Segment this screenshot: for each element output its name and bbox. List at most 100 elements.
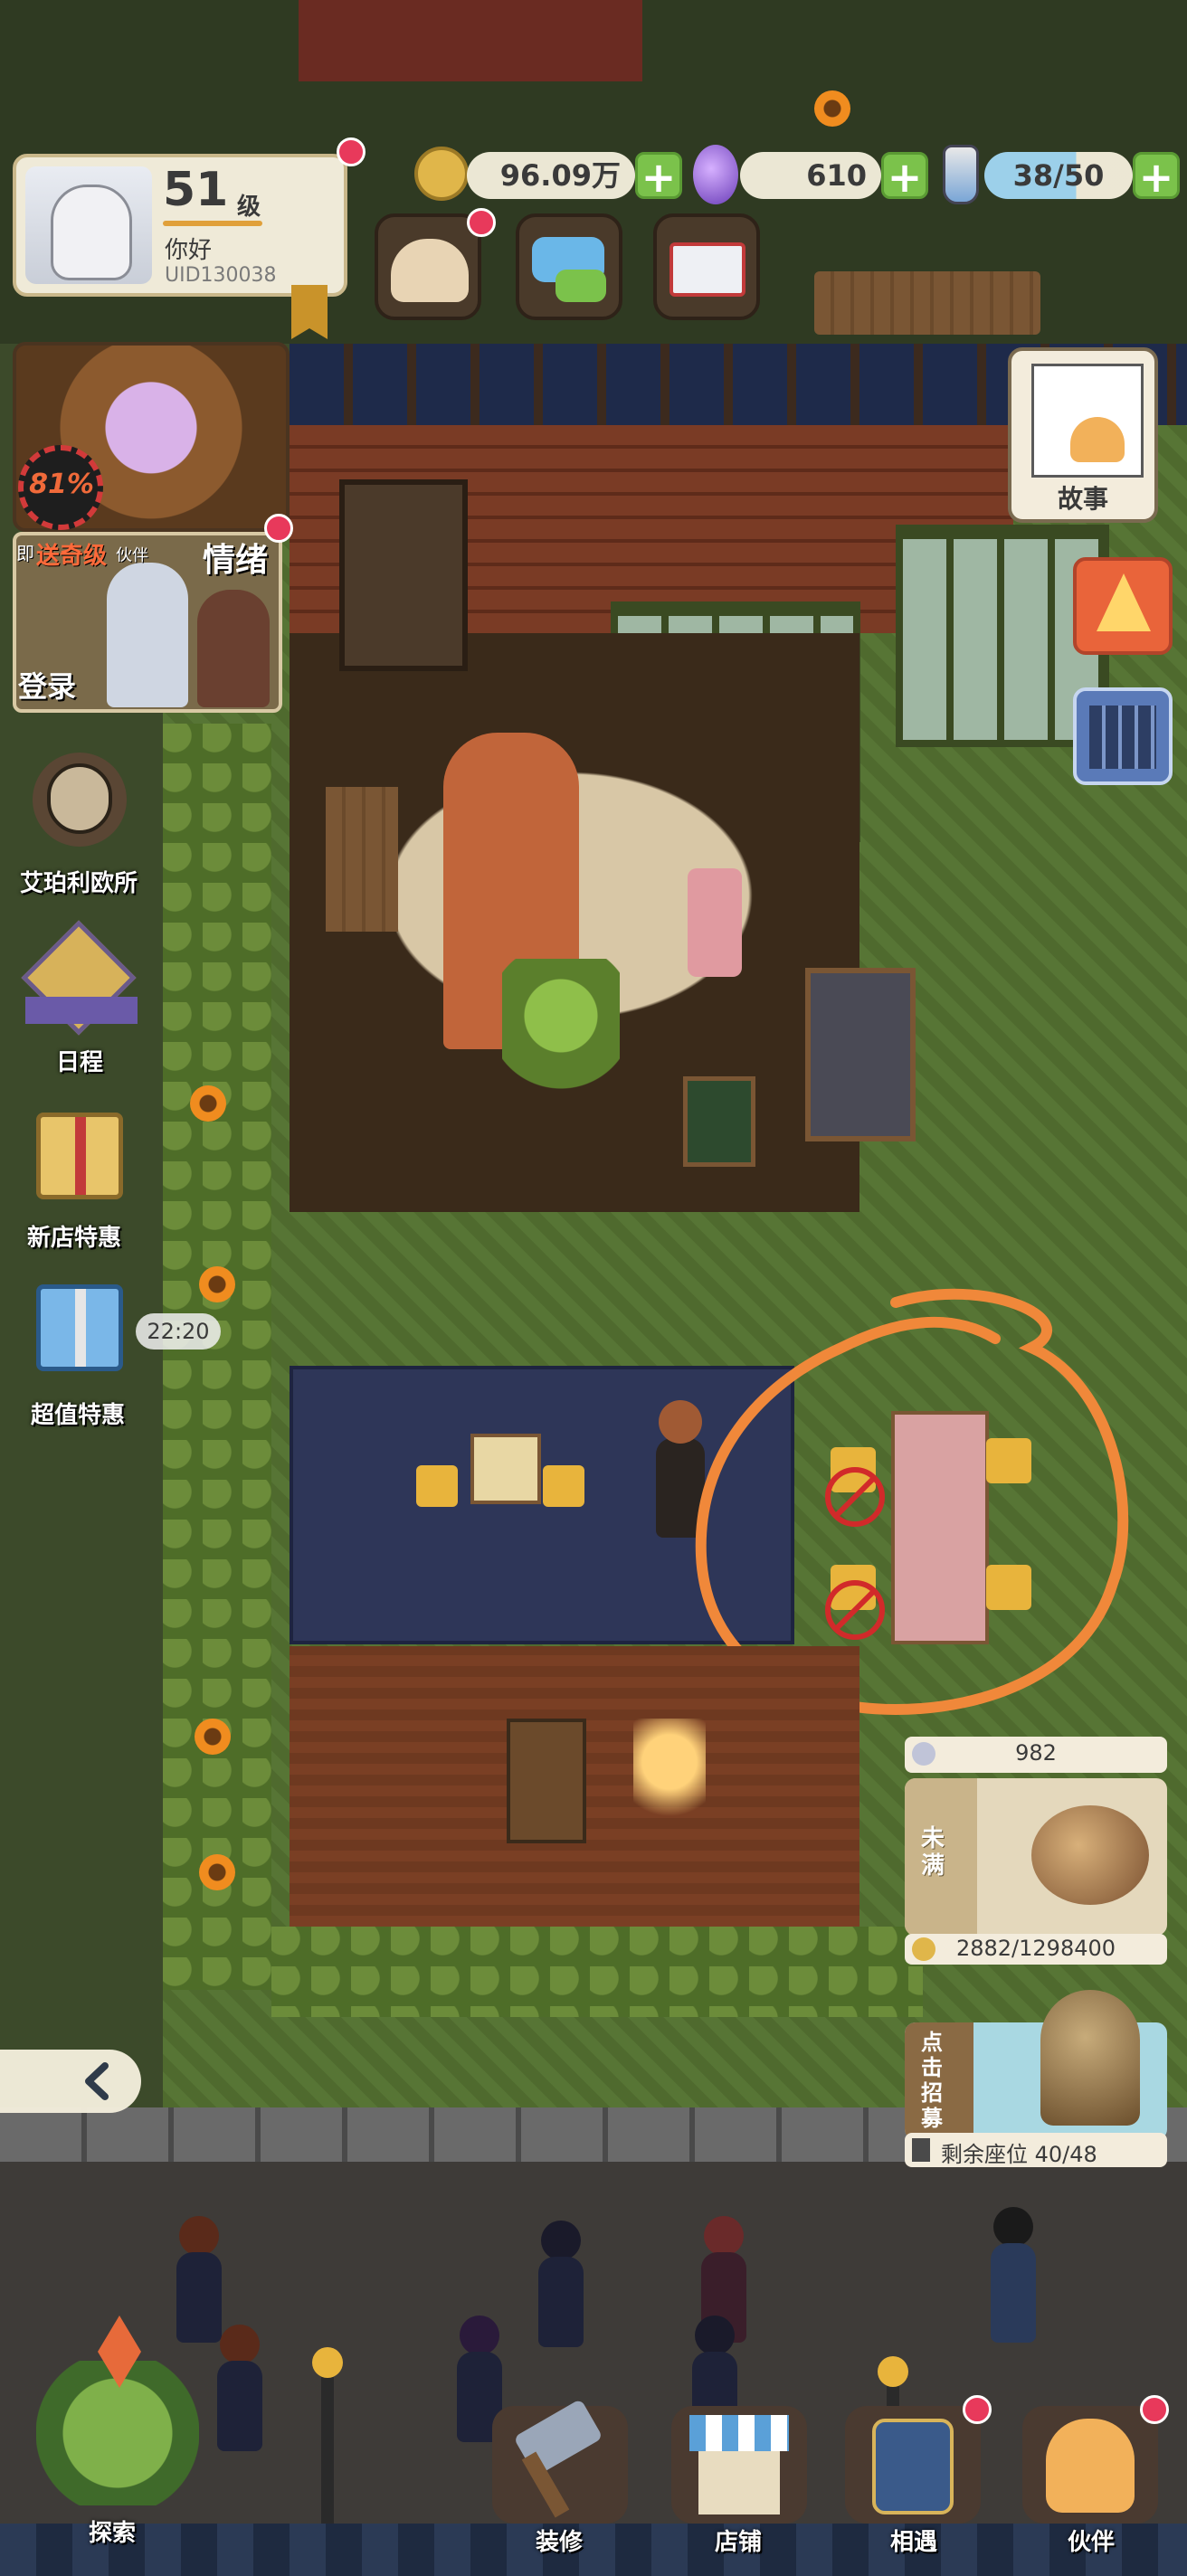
gift-box-icon	[75, 1117, 86, 1195]
calendar-button[interactable]	[1073, 687, 1173, 785]
coin-icon	[414, 147, 469, 201]
banner-notification-dot	[264, 514, 293, 543]
menu-item-value-deal[interactable]	[36, 1284, 123, 1371]
sunflower	[199, 1266, 235, 1302]
add-energy-button[interactable]: +	[1133, 152, 1180, 200]
street-lamp-light	[878, 2356, 908, 2387]
menu-label-schedule: 日程	[56, 1049, 104, 1076]
menu-label-value-deal: 超值特惠	[31, 1402, 126, 1429]
seat-icon	[912, 2138, 930, 2162]
story-label: 故事	[1057, 484, 1108, 514]
pedestrian	[538, 2257, 584, 2347]
seats-bar: 剩余座位 40/48	[905, 2133, 1167, 2167]
story-button[interactable]: 故事	[1008, 347, 1158, 523]
partner-promo-banner[interactable]: 即 送奇级 伙伴 情绪 登录	[13, 532, 282, 713]
bench	[814, 271, 1040, 335]
promo-character	[107, 563, 188, 707]
nav-label-decorate: 装修	[536, 2529, 584, 2556]
nav-encounter[interactable]	[845, 2406, 981, 2524]
promo-character	[197, 590, 270, 707]
chat-bubble-icon-secondary	[556, 270, 606, 302]
street-railing	[0, 2524, 1187, 2576]
pedestrian-head	[179, 2216, 219, 2256]
gem-counter: 982	[1015, 1740, 1057, 1766]
shop-sign-wall	[299, 0, 642, 81]
avatar-figure	[51, 185, 132, 280]
gem-egg-icon	[693, 145, 738, 204]
menu-item-new-store-deal[interactable]	[36, 1113, 123, 1199]
promo-title: 送奇级	[36, 543, 108, 570]
street-lamp	[321, 2361, 334, 2524]
service-bell-icon	[1040, 1990, 1140, 2126]
tip-jar-panel[interactable]: 未满	[905, 1778, 1167, 1936]
chair[interactable]	[543, 1465, 584, 1507]
promo-login-label: 登录	[18, 669, 77, 704]
gem-amount: 610	[740, 152, 881, 199]
partner-notification-dot	[1140, 2395, 1169, 2424]
coin-amount: 96.09万	[467, 152, 635, 199]
hedge	[271, 1927, 923, 2017]
storybook-cat	[1070, 417, 1125, 462]
energy-amount: 38/50	[984, 152, 1133, 199]
player-name: 你好	[165, 237, 213, 264]
seats-remaining: 剩余座位 40/48	[941, 2142, 1097, 2167]
phone-icon	[872, 2419, 954, 2514]
sunflower	[195, 1719, 231, 1755]
blue-gift-icon	[75, 1289, 86, 1367]
sunflower	[199, 1854, 235, 1890]
potted-cactus	[502, 959, 620, 1149]
pedestrian-head	[460, 2316, 499, 2355]
owl-icon	[47, 763, 112, 834]
nav-decorate[interactable]	[492, 2398, 628, 2524]
envelope-icon	[669, 242, 745, 297]
encounter-notification-dot	[963, 2395, 992, 2424]
pedestrian	[991, 2243, 1036, 2343]
menu-item-owl[interactable]	[33, 753, 127, 847]
nav-label-explore: 探索	[89, 2520, 137, 2547]
chevron-left-icon	[85, 2062, 109, 2100]
add-gems-button[interactable]: +	[881, 152, 928, 200]
warning-icon	[1097, 573, 1151, 631]
nav-label-encounter: 相遇	[890, 2529, 938, 2556]
player-uid: UID130038	[165, 264, 277, 287]
shop-awning-icon	[689, 2415, 789, 2451]
profile-notification-dot	[337, 137, 366, 166]
level-suffix: 级	[237, 194, 261, 221]
pedestrian-head	[695, 2316, 735, 2355]
add-coins-button[interactable]: +	[635, 152, 682, 200]
piggy-bank-icon	[1031, 1805, 1149, 1905]
dresser	[507, 1719, 586, 1843]
collapse-menu-button[interactable]	[0, 2050, 141, 2113]
alert-button[interactable]	[1073, 557, 1173, 655]
progress-percent: 81%	[29, 469, 94, 500]
cafe-table[interactable]	[470, 1434, 541, 1504]
cats-button[interactable]	[375, 213, 481, 320]
floor-lamp	[633, 1719, 706, 1863]
schedule-ribbon	[25, 997, 138, 1024]
recruit-panel[interactable]: 点击招募	[905, 1990, 1167, 2140]
pedestrian-head	[993, 2207, 1033, 2247]
storybook-icon	[1031, 364, 1144, 478]
sunflower	[814, 90, 850, 127]
gem-counter-bar: 982	[905, 1737, 1167, 1773]
sunflower	[190, 1085, 226, 1122]
chair[interactable]	[416, 1465, 458, 1507]
hedge-left	[163, 724, 271, 1990]
chat-button[interactable]	[516, 213, 622, 320]
event-banner-tree[interactable]: 81%	[13, 342, 290, 532]
mail-button[interactable]	[653, 213, 760, 320]
coin-progress: 2882/1298400	[955, 1936, 1116, 1961]
calendar-icon	[1089, 706, 1156, 769]
avatar[interactable]	[25, 166, 152, 284]
nav-shop[interactable]	[671, 2406, 807, 2524]
menu-label-new-store-deal: 新店特惠	[27, 1225, 122, 1252]
nav-label-shop: 店铺	[715, 2529, 763, 2556]
promo-side-title: 情绪	[203, 542, 269, 579]
menu-item-schedule[interactable]	[21, 920, 138, 1040]
vending-machine[interactable]	[805, 968, 916, 1141]
coin-progress-bar: 2882/1298400	[905, 1934, 1167, 1965]
nav-partner[interactable]	[1022, 2406, 1158, 2524]
cat-partner-icon	[1046, 2419, 1135, 2513]
nav-explore[interactable]	[9, 2316, 226, 2514]
profile-card[interactable]: 51 级 你好 UID130038	[13, 154, 347, 297]
